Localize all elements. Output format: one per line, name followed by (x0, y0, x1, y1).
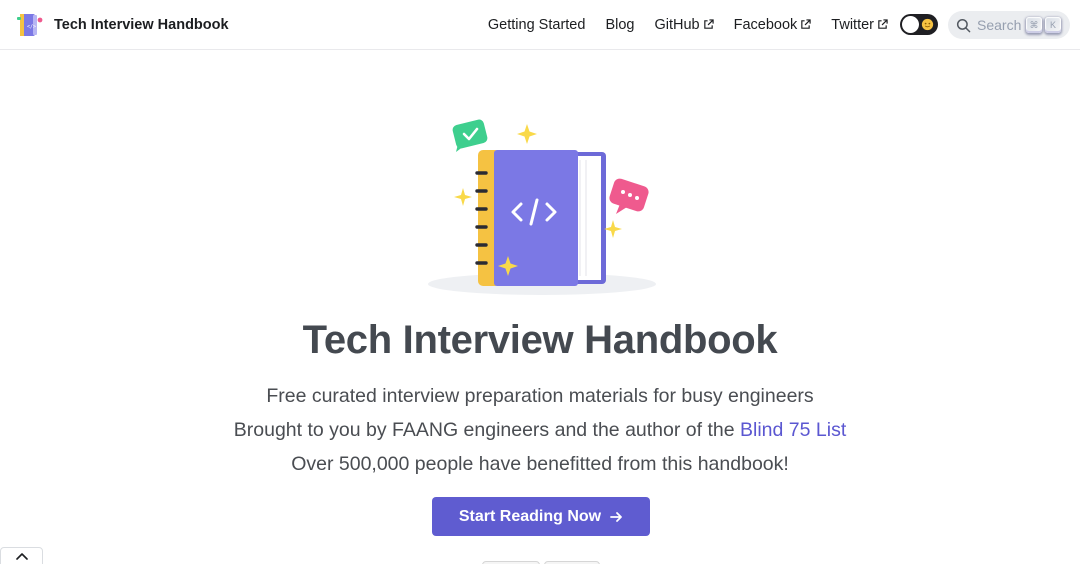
check-bubble-icon (452, 119, 488, 152)
blind-75-link[interactable]: Blind 75 List (740, 419, 846, 441)
theme-toggle[interactable] (900, 14, 938, 35)
svg-text:</>: </> (27, 24, 36, 30)
start-reading-label: Start Reading Now (458, 507, 602, 525)
nav-blog-label: Blog (605, 17, 635, 33)
external-link-icon (878, 18, 888, 29)
tagline-3: Over 500,000 people have benefitted from… (291, 453, 789, 475)
kbd-cmd: ⌘ (1026, 17, 1042, 33)
nav-blog[interactable]: Blog (605, 17, 634, 33)
nav-links: Getting Started Blog GitHub Facebook Twi… (468, 0, 888, 50)
search-icon (956, 18, 971, 32)
handbook-logo-icon: </> (17, 13, 43, 36)
toggle-knob (902, 16, 919, 33)
nav-github[interactable]: GitHub (654, 17, 714, 33)
nav-github-label: GitHub (654, 17, 700, 33)
brand-title: Tech Interview Handbook (54, 16, 229, 33)
nav-twitter-label: Twitter (831, 17, 874, 33)
tagline-2: Brought to you by FAANG engineers and th… (0, 419, 1080, 442)
search-placeholder: Search (977, 17, 1022, 33)
brand-link[interactable]: </> Tech Interview Handbook (16, 11, 229, 39)
hero-title: Tech Interview Handbook (302, 318, 778, 362)
nav-getting-started-label: Getting Started (487, 17, 586, 33)
navbar: </> Tech Interview Handbook Getting Star… (0, 0, 1080, 50)
sun-icon (921, 18, 934, 31)
nav-facebook[interactable]: Facebook (734, 17, 812, 33)
chevron-up-icon (15, 553, 28, 560)
handbook-illustration (428, 119, 656, 295)
kbd-k: K (1045, 17, 1061, 33)
external-link-icon (801, 18, 811, 29)
tagline-1: Free curated interview preparation mater… (266, 385, 814, 407)
search-button[interactable]: Search ⌘ K (948, 11, 1070, 39)
scroll-to-top-button[interactable] (0, 547, 43, 564)
start-reading-button[interactable]: Start Reading Now (432, 497, 650, 536)
nav-getting-started[interactable]: Getting Started (488, 17, 586, 33)
tagline-2-text: Brought to you by FAANG engineers and th… (233, 419, 740, 441)
external-link-icon (703, 18, 714, 29)
chat-bubble-icon (609, 178, 649, 214)
arrow-right-icon (610, 511, 623, 522)
nav-twitter[interactable]: Twitter (831, 17, 888, 33)
nav-facebook-label: Facebook (733, 17, 798, 33)
